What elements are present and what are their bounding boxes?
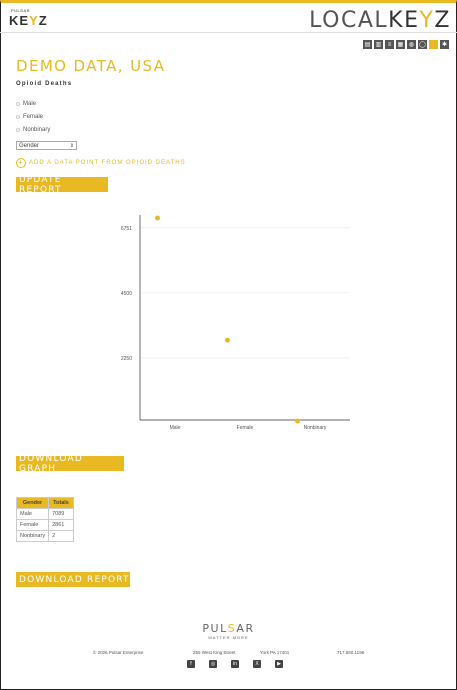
gender-options: Male Female Nonbinary — [16, 97, 50, 136]
radio-icon[interactable] — [16, 101, 20, 106]
option-label: Male — [23, 100, 37, 107]
page-subtitle: Opioid Deaths — [16, 81, 73, 87]
table-row: Nonbinary 2 — [15, 530, 74, 542]
table-row: Female 2861 — [15, 519, 74, 531]
settings-icon[interactable]: ✱ — [440, 40, 449, 49]
header-totals: Totals — [48, 497, 74, 509]
footer-brand: PULSAR — [0, 622, 457, 635]
logo-small-z: Z — [38, 13, 48, 28]
chart-svg: 2250 4500 6751 Male Female Nonbinary — [121, 215, 350, 431]
pulsar-footer-logo[interactable]: PULSAR MATTER MORE — [0, 622, 457, 640]
footer-copyright: © 2026 Pulsar Enterprise — [93, 650, 144, 655]
data-point — [225, 337, 230, 343]
brand-ar: AR — [236, 622, 255, 635]
radio-icon[interactable] — [16, 127, 20, 132]
brand-pul: PUL — [202, 622, 228, 635]
data-point — [155, 215, 160, 221]
footer-tagline: MATTER MORE — [208, 635, 249, 640]
footer-city: York PA 17401 — [260, 650, 290, 655]
youtube-icon[interactable]: ▶ — [275, 660, 283, 668]
logo-small-ke: KE — [9, 13, 30, 28]
option-label: Nonbinary — [23, 126, 51, 133]
option-female[interactable]: Female — [16, 110, 50, 123]
header: PULSAR KEYZ LOCALKEYZ — [0, 3, 457, 33]
chevron-updown-icon: ⇕ — [69, 142, 74, 149]
table-cell: 2 — [48, 530, 74, 542]
localkeyz-logo[interactable]: LOCALKEYZ — [309, 8, 451, 33]
pulsar-keyz-logo[interactable]: PULSAR KEYZ — [9, 9, 48, 29]
logo-small-y: Y — [29, 13, 39, 28]
logo-small-main: KEYZ — [9, 13, 48, 28]
logo-ke: KE — [388, 8, 420, 33]
table-row: Male 7089 — [15, 508, 74, 520]
group-select[interactable]: Gender ⇕ — [16, 141, 77, 150]
list-icon[interactable]: ≡ — [385, 40, 394, 49]
option-nonbinary[interactable]: Nonbinary — [16, 123, 50, 136]
page-title: DEMO DATA, USA — [16, 57, 166, 75]
data-point — [295, 418, 300, 424]
table-cell: 2861 — [48, 519, 74, 531]
social-links: f ◎ in X ▶ — [187, 660, 283, 668]
x-tick-label: Nonbinary — [304, 425, 327, 431]
footer-phone[interactable]: 717.650.1196 — [337, 650, 364, 655]
add-data-point-label: ADD A DATA POINT FROM OPIOID DEATHS — [29, 160, 186, 166]
x-icon[interactable]: X — [253, 660, 261, 668]
footer-address: 255 West King Street — [193, 650, 236, 655]
radio-icon[interactable] — [16, 114, 20, 119]
plus-circle-icon: + — [16, 158, 26, 168]
group-select-value: Gender — [19, 142, 40, 149]
update-report-button[interactable]: UPDATE REPORT — [16, 175, 108, 195]
logo-z: Z — [434, 8, 451, 33]
logo-local: LOCAL — [309, 8, 389, 33]
totals-table: Gender Totals Male 7089 Female 2861 Nonb… — [15, 497, 74, 542]
table-cell: 7089 — [48, 508, 74, 520]
view-toolbar: ▤ ▥ ≡ ▦ ◍ ◯ ✱ — [363, 40, 449, 49]
report-icon[interactable]: ▤ — [363, 40, 372, 49]
download-report-button[interactable]: DOWNLOAD REPORT — [16, 572, 130, 587]
globe-icon[interactable]: ◍ — [407, 40, 416, 49]
option-label: Female — [23, 113, 44, 120]
bar-chart-icon[interactable]: ▥ — [374, 40, 383, 49]
y-tick-label: 6751 — [121, 226, 132, 232]
x-tick-label: Female — [237, 425, 254, 431]
table-cell: Male — [15, 508, 50, 520]
facebook-icon[interactable]: f — [187, 660, 195, 668]
scatter-chart: 2250 4500 6751 Male Female Nonbinary — [85, 205, 365, 435]
table-header-row: Gender Totals — [15, 497, 74, 509]
instagram-icon[interactable]: ◎ — [209, 660, 217, 668]
y-tick-label: 4500 — [121, 291, 132, 297]
table-cell: Female — [15, 519, 50, 531]
logo-y: Y — [419, 8, 435, 33]
option-male[interactable]: Male — [16, 97, 50, 110]
linkedin-icon[interactable]: in — [231, 660, 239, 668]
active-view-icon[interactable] — [429, 40, 438, 49]
chat-icon[interactable]: ◯ — [418, 40, 427, 49]
add-data-point-link[interactable]: + ADD A DATA POINT FROM OPIOID DEATHS — [16, 158, 186, 168]
y-tick-label: 2250 — [121, 356, 132, 362]
download-graph-button[interactable]: DOWNLOAD GRAPH — [16, 454, 124, 474]
x-tick-label: Male — [170, 425, 181, 431]
table-cell: Nonbinary — [15, 530, 50, 542]
header-gender: Gender — [15, 497, 50, 509]
table-icon[interactable]: ▦ — [396, 40, 405, 49]
